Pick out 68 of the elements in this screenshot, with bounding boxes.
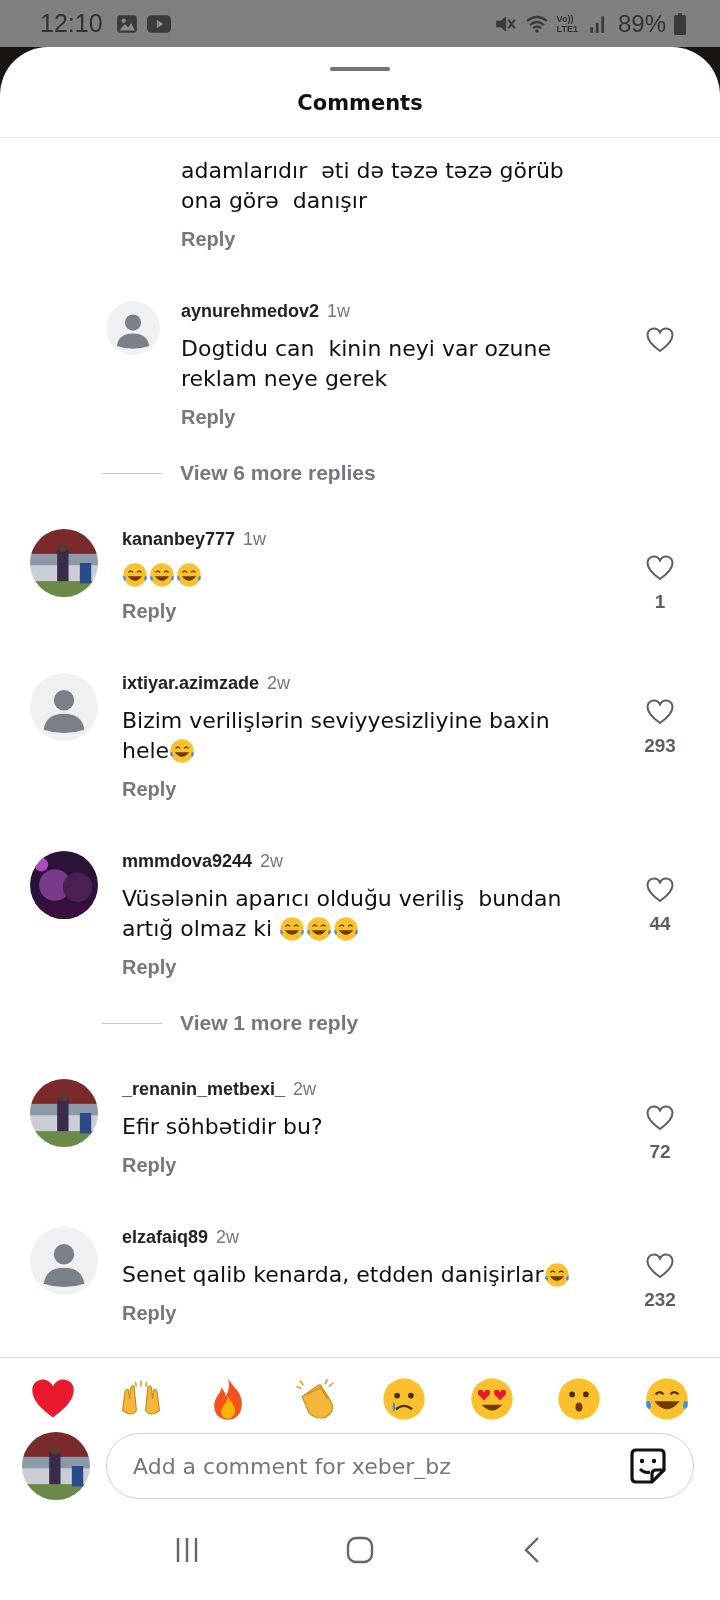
like-count: 293 (644, 735, 676, 757)
username[interactable]: _renanin_metbexi_ (122, 1079, 286, 1100)
laughing-emoji-icon (176, 562, 202, 588)
comment-text: Dogtidu can kinin neyi var ozune (181, 335, 551, 363)
comment-text: Bizim verilişlərin seviyyesizliyine baxin (122, 707, 550, 735)
drag-handle[interactable] (330, 67, 390, 71)
reaction-icon[interactable] (380, 1376, 427, 1422)
comment-text: artığ olmaz ki (122, 915, 274, 943)
battery-percent: 89% (617, 9, 666, 38)
comment-text: Vüsələnin aparıcı olduğu veriliş bundan (122, 885, 562, 913)
laughing-emoji-icon (122, 562, 148, 588)
laughing-emoji-icon (333, 916, 360, 942)
comment-time: 1w (327, 301, 351, 322)
laughing-emoji-icon (543, 1262, 570, 1288)
like-icon[interactable] (646, 555, 674, 581)
avatar-icon[interactable] (106, 301, 160, 355)
like-count: 1 (654, 591, 666, 613)
like-icon[interactable] (646, 327, 674, 353)
reply-link[interactable]: Reply (122, 1302, 177, 1325)
like-icon[interactable] (646, 699, 674, 725)
reply-link[interactable]: Reply (122, 600, 177, 623)
like-count: 44 (649, 913, 671, 935)
laughing-emoji-icon (169, 738, 196, 764)
comment-time: 2w (260, 851, 284, 872)
reply-link[interactable]: Reply (122, 1154, 177, 1177)
reply-link[interactable]: Reply (181, 228, 236, 251)
reply-link[interactable]: Reply (181, 406, 236, 429)
username[interactable]: kananbey777 (122, 529, 236, 550)
comment-text: hele (122, 737, 170, 765)
comment-input[interactable]: Add a comment for xeber_bz (106, 1433, 694, 1499)
sticker-icon[interactable] (628, 1446, 668, 1486)
username[interactable]: aynurehmedov2 (181, 301, 320, 322)
comment-text: Senet qalib kenarda, etdden danişirlar (122, 1261, 544, 1289)
username[interactable]: ixtiyar.azimzade (122, 673, 260, 694)
like-icon[interactable] (646, 877, 674, 903)
comment-text: ona görə danışır (181, 187, 367, 215)
image-icon (114, 12, 139, 35)
like-count: 232 (644, 1289, 676, 1311)
avatar-icon[interactable] (30, 673, 98, 741)
comment-text: reklam neye gerek (181, 365, 388, 393)
reply-link[interactable]: Reply (122, 956, 177, 979)
comment-text: adamlarıdır əti də təzə təzə görüb (181, 157, 564, 185)
comment-time: 2w (293, 1079, 317, 1100)
view-replies-link[interactable]: View 6 more replies (180, 461, 376, 485)
username[interactable]: elzafaiq89 (122, 1227, 209, 1248)
network-label: Vo)) LTE1 (556, 13, 578, 34)
reply-link[interactable]: Reply (122, 778, 177, 801)
laughing-emoji-icon (279, 916, 306, 942)
comment-time: 1w (243, 529, 267, 550)
comment-time: 2w (216, 1227, 240, 1248)
reaction-icon[interactable] (643, 1376, 690, 1422)
battery-icon (674, 12, 686, 35)
view-replies-link[interactable]: View 1 more reply (180, 1011, 359, 1035)
like-icon[interactable] (646, 1105, 674, 1131)
username[interactable]: mmmdova9244 (122, 851, 253, 872)
status-time: 12:10 (40, 9, 103, 38)
like-icon[interactable] (646, 1253, 674, 1279)
sheet-title: Comments (0, 71, 720, 138)
avatar-icon[interactable] (30, 1227, 98, 1295)
play-icon (146, 12, 171, 35)
comment-text: Efir söhbətidir bu? (122, 1113, 323, 1141)
reaction-icon[interactable] (468, 1376, 515, 1422)
like-count: 72 (649, 1141, 671, 1163)
reaction-icon[interactable] (556, 1376, 603, 1422)
laughing-emoji-icon (149, 562, 175, 588)
home-icon[interactable] (345, 1535, 375, 1565)
comment-time: 2w (267, 673, 291, 694)
laughing-emoji-icon (306, 916, 333, 942)
